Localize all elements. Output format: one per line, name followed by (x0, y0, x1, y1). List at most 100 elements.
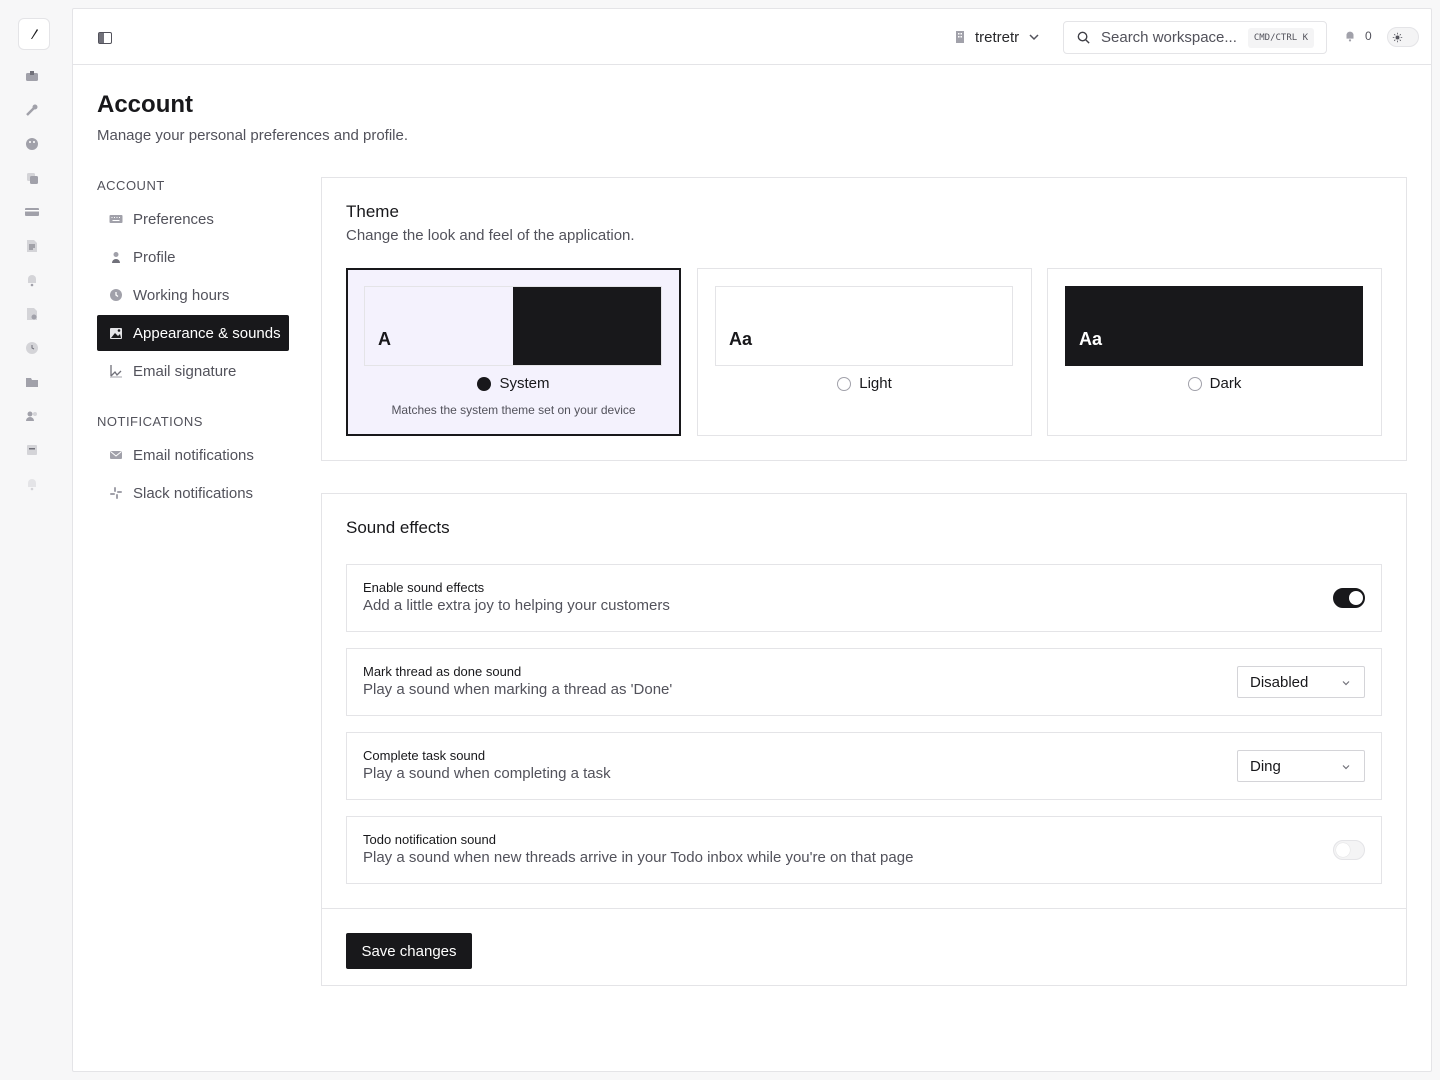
nav-item-working-hours[interactable]: Working hours (97, 277, 289, 313)
radio-unchecked[interactable] (1187, 376, 1202, 391)
clock-icon (110, 289, 122, 301)
image-icon (110, 328, 122, 339)
tools-icon[interactable] (23, 101, 41, 119)
sound-effects-title: Sound effects (346, 518, 450, 537)
sound-row-todo-notification: Todo notification sound Play a sound whe… (346, 816, 1382, 884)
theme-card: Theme Change the look and feel of the ap… (321, 177, 1407, 461)
signature-icon (110, 365, 122, 378)
notification-count: 0 (1365, 29, 1372, 43)
bell-icon (1346, 31, 1354, 42)
theme-preview-light: Aa (715, 286, 1013, 366)
theme-option-label: Light (859, 375, 892, 392)
archive-icon[interactable] (23, 441, 41, 459)
nav-item-label: Preferences (133, 210, 214, 228)
sound-row-mark-done: Mark thread as done sound Play a sound w… (346, 648, 1382, 716)
nav-section-account: ACCOUNT (97, 178, 165, 193)
theme-option-dark[interactable]: Aa Dark (1047, 268, 1382, 436)
theme-option-label: System (499, 375, 550, 392)
sound-effects-card: Sound effects Enable sound effects Add a… (321, 493, 1407, 986)
theme-option-system[interactable]: A System Matches the system theme set on… (346, 268, 681, 436)
sound-row-description: Add a little extra joy to helping your c… (363, 597, 670, 614)
nav-item-label: Working hours (133, 286, 230, 304)
sound-row-label: Todo notification sound (363, 832, 496, 847)
nav-item-email-signature[interactable]: Email signature (97, 353, 289, 389)
sound-row-label: Enable sound effects (363, 580, 485, 595)
mail-icon (110, 451, 122, 459)
select-value: Disabled (1250, 673, 1309, 691)
nav-item-preferences[interactable]: Preferences (97, 201, 289, 237)
slack-icon (110, 487, 122, 499)
sound-row-label: Mark thread as done sound (363, 664, 522, 679)
search-placeholder: Search workspace... (1101, 29, 1237, 46)
credit-card-icon[interactable] (23, 203, 41, 221)
workspace-name: tretretr (975, 28, 1020, 46)
file-settings-icon[interactable] (23, 305, 41, 323)
complete-task-sound-select[interactable]: Ding (1237, 750, 1365, 782)
nav-item-label: Email signature (133, 362, 237, 380)
theme-title: Theme (346, 202, 399, 221)
sound-row-description: Play a sound when completing a task (363, 765, 611, 782)
preview-glyph: A (378, 329, 391, 349)
users-icon[interactable] (23, 407, 41, 425)
document-icon[interactable] (23, 237, 41, 255)
card-divider (322, 908, 1406, 909)
search-input[interactable]: Search workspace... CMD/CTRL K (1063, 21, 1327, 54)
theme-option-light[interactable]: Aa Light (697, 268, 1032, 436)
sound-row-complete-task: Complete task sound Play a sound when co… (346, 732, 1382, 800)
theme-option-label-row: System (348, 375, 679, 392)
sidebar-toggle-icon[interactable] (97, 30, 113, 46)
todo-sound-switch[interactable] (1333, 840, 1365, 860)
top-bar: tretretr Search workspace... CMD/CTRL K … (73, 9, 1431, 65)
save-changes-button[interactable]: Save changes (346, 933, 472, 969)
switch-knob (1349, 591, 1363, 605)
nav-item-label: Email notifications (133, 446, 254, 464)
chevron-down-icon (1342, 681, 1350, 686)
folder-icon[interactable] (23, 373, 41, 391)
dark-half (513, 287, 661, 365)
clock-icon[interactable] (23, 339, 41, 357)
sun-icon (1390, 30, 1404, 44)
app-logo[interactable] (18, 18, 50, 50)
theme-option-label-row: Dark (1048, 375, 1381, 392)
feather-icon (31, 29, 38, 39)
chevron-down-icon (1029, 34, 1039, 41)
main-panel: tretretr Search workspace... CMD/CTRL K … (72, 8, 1432, 1072)
building-icon (956, 31, 964, 43)
nav-item-profile[interactable]: Profile (97, 239, 289, 275)
notifications-button[interactable]: 0 (1343, 29, 1372, 43)
bell-icon[interactable] (23, 271, 41, 289)
copy-icon[interactable] (23, 169, 41, 187)
theme-preview-system: A (364, 286, 662, 366)
nav-item-slack-notifications[interactable]: Slack notifications (97, 475, 289, 511)
theme-preview-dark: Aa (1065, 286, 1363, 366)
sound-row-label: Complete task sound (363, 748, 486, 763)
theme-mode-toggle[interactable] (1387, 27, 1419, 47)
palette-icon[interactable] (23, 135, 41, 153)
keyboard-icon (109, 215, 123, 223)
enable-sound-switch[interactable] (1333, 588, 1365, 608)
nav-item-appearance-sounds[interactable]: Appearance & sounds (97, 315, 289, 351)
theme-option-description: Matches the system theme set on your dev… (391, 403, 636, 417)
sound-row-enable: Enable sound effects Add a little extra … (346, 564, 1382, 632)
app-rail (0, 0, 64, 1080)
notification-icon[interactable] (23, 475, 41, 493)
nav-item-email-notifications[interactable]: Email notifications (97, 437, 289, 473)
preview-glyph: Aa (729, 329, 753, 349)
theme-subtitle: Change the look and feel of the applicat… (346, 227, 635, 244)
search-icon (1077, 31, 1090, 44)
mark-done-sound-select[interactable]: Disabled (1237, 666, 1365, 698)
inbox-icon[interactable] (23, 67, 41, 85)
nav-section-notifications: NOTIFICATIONS (97, 414, 203, 429)
nav-item-label: Slack notifications (133, 484, 254, 502)
radio-checked[interactable] (477, 376, 492, 391)
user-icon (112, 252, 120, 263)
workspace-switcher[interactable]: tretretr (953, 26, 1041, 48)
page-title: Account (97, 91, 193, 118)
sound-row-description: Play a sound when marking a thread as 'D… (363, 681, 673, 698)
sound-row-description: Play a sound when new threads arrive in … (363, 849, 914, 866)
nav-item-label: Appearance & sounds (133, 324, 281, 342)
chevron-down-icon (1342, 765, 1350, 770)
radio-unchecked[interactable] (837, 376, 852, 391)
select-value: Ding (1250, 757, 1281, 775)
page-subtitle: Manage your personal preferences and pro… (97, 127, 409, 144)
